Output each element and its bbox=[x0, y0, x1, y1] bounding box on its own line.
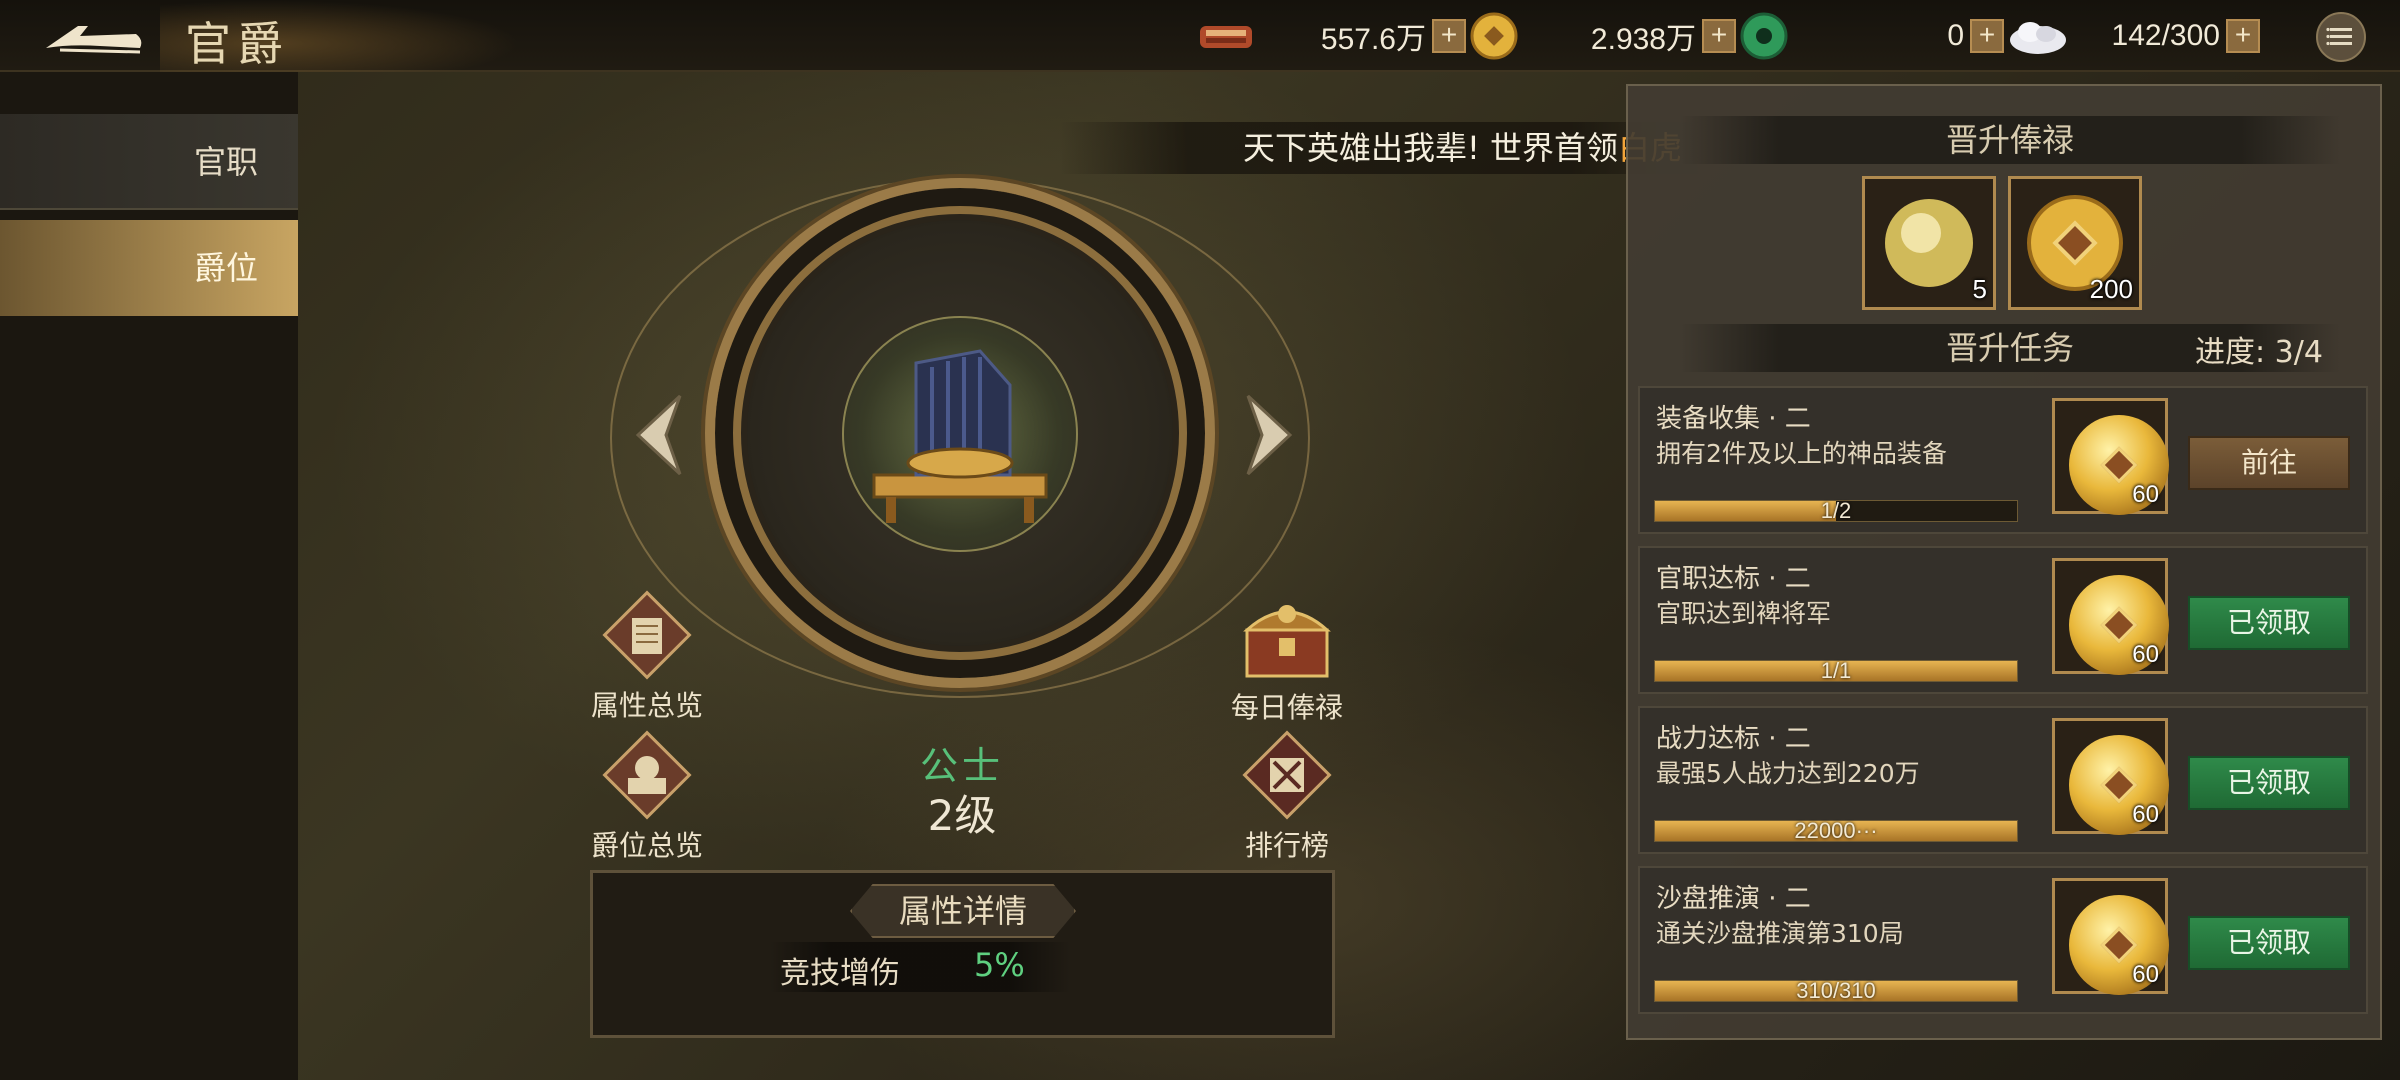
promotion-salary-title: 晋升俸禄 bbox=[1680, 116, 2340, 164]
next-rank-arrow-icon[interactable] bbox=[1238, 390, 1298, 480]
task-card: 战力达标 · 二 最强5人战力达到220万 22000··· 60 已领取 bbox=[1638, 706, 2368, 854]
task-reward-count: 60 bbox=[2132, 481, 2159, 508]
task-card: 官职达标 · 二 官职达到裨将军 1/1 60 已领取 bbox=[1638, 546, 2368, 694]
military-merit-value: 557.6万 bbox=[1320, 23, 1426, 56]
sidebar-item-nobility[interactable]: 爵位 bbox=[0, 220, 298, 316]
go-button[interactable]: 前往 bbox=[2188, 436, 2350, 490]
page-title: 官爵 bbox=[185, 17, 289, 71]
official-hat-icon bbox=[872, 349, 1048, 523]
add-military-merit-button[interactable]: + bbox=[1432, 19, 1466, 53]
daily-salary-button[interactable]: 每日俸禄 bbox=[1212, 590, 1362, 726]
reward-item-coin[interactable]: 200 bbox=[2008, 176, 2142, 310]
seal-icon bbox=[602, 730, 692, 820]
attribute-overview-button[interactable]: 属性总览 bbox=[572, 590, 722, 724]
gold-value: 2.938万 bbox=[1590, 23, 1696, 56]
resource-military-merit: 557.6万 + bbox=[1196, 14, 1466, 58]
menu-button[interactable] bbox=[2316, 12, 2366, 62]
reward-orb-count: 5 bbox=[1972, 274, 1987, 304]
claimed-button[interactable]: 已领取 bbox=[2188, 756, 2350, 810]
task-card: 装备收集 · 二 拥有2件及以上的神品装备 1/2 60 前往 bbox=[1638, 386, 2368, 534]
leaderboard-button[interactable]: 排行榜 bbox=[1212, 730, 1362, 864]
task-reward-count: 60 bbox=[2132, 801, 2159, 828]
task-progress-bar: 310/310 bbox=[1654, 978, 2018, 1003]
back-button[interactable] bbox=[40, 14, 150, 58]
attribute-row: 竞技增伤 5% bbox=[770, 942, 1070, 992]
rank-overview-button[interactable]: 爵位总览 bbox=[572, 730, 722, 864]
rank-overview-label: 爵位总览 bbox=[590, 829, 703, 862]
task-progress-text: 22000··· bbox=[1794, 818, 1878, 843]
attribute-detail-title: 属性详情 bbox=[850, 884, 1076, 938]
task-progress-text: 1/2 bbox=[1820, 498, 1852, 523]
task-title: 战力达标 · 二 bbox=[1656, 724, 1811, 754]
task-progress-bar: 22000··· bbox=[1654, 818, 2018, 843]
task-reward-item[interactable]: 60 bbox=[2052, 398, 2169, 515]
task-progress-bar: 1/1 bbox=[1654, 658, 2018, 683]
sidebar: 官职 爵位 bbox=[0, 72, 298, 1080]
crossed-swords-icon bbox=[1242, 730, 1332, 820]
attribute-overview-label: 属性总览 bbox=[590, 689, 703, 722]
stamina-value: 142/300 bbox=[2111, 19, 2220, 52]
claimed-button[interactable]: 已领取 bbox=[2188, 596, 2350, 650]
world-boss-banner: 天下英雄出我辈! 世界首领白虎 bbox=[1060, 122, 1700, 174]
menu-icon bbox=[2326, 27, 2352, 46]
task-description: 拥有2件及以上的神品装备 bbox=[1656, 439, 1947, 468]
reward-coin-count: 200 bbox=[2089, 274, 2133, 304]
prev-rank-arrow-icon[interactable] bbox=[630, 390, 690, 480]
gold-coin-icon bbox=[1470, 12, 1518, 60]
jade-icon bbox=[1740, 12, 1788, 60]
top-bar: 官爵 557.6万 + 2.938万 + 0 + 142/300 + bbox=[0, 0, 2400, 72]
add-gold-button[interactable]: + bbox=[1702, 19, 1736, 53]
attribute-value: 5% bbox=[974, 946, 1025, 984]
add-jade-button[interactable]: + bbox=[1970, 19, 2004, 53]
reward-item-orb[interactable]: 5 bbox=[1862, 176, 1996, 310]
stamina-icon bbox=[2010, 22, 2066, 54]
add-stamina-button[interactable]: + bbox=[2226, 19, 2260, 53]
jade-value: 0 bbox=[1947, 19, 1964, 52]
tasks-progress-label: 进度: 3/4 bbox=[2195, 335, 2323, 370]
daily-salary-label: 每日俸禄 bbox=[1230, 691, 1343, 724]
task-reward-item[interactable]: 60 bbox=[2052, 558, 2169, 675]
task-title: 官职达标 · 二 bbox=[1656, 564, 1811, 594]
resource-jade: 0 + bbox=[1738, 12, 2004, 60]
task-description: 最强5人战力达到220万 bbox=[1656, 759, 1920, 788]
task-title: 装备收集 · 二 bbox=[1656, 404, 1811, 434]
task-description: 官职达到裨将军 bbox=[1656, 599, 1832, 628]
military-merit-icon bbox=[1200, 26, 1252, 48]
claimed-button[interactable]: 已领取 bbox=[2188, 916, 2350, 970]
resource-stamina: 142/300 + bbox=[2006, 14, 2260, 58]
task-reward-item[interactable]: 60 bbox=[2052, 878, 2169, 995]
rank-level: 2级 bbox=[927, 791, 997, 840]
back-arrow-icon bbox=[46, 26, 142, 54]
task-progress-text: 310/310 bbox=[1796, 978, 1876, 1003]
task-reward-item[interactable]: 60 bbox=[2052, 718, 2169, 835]
scroll-icon bbox=[602, 590, 692, 680]
sidebar-item-official-post[interactable]: 官职 bbox=[0, 114, 298, 210]
task-title: 沙盘推演 · 二 bbox=[1656, 884, 1811, 914]
task-description: 通关沙盘推演第310局 bbox=[1656, 919, 1904, 948]
task-progress-text: 1/1 bbox=[1820, 658, 1852, 683]
task-card: 沙盘推演 · 二 通关沙盘推演第310局 310/310 60 已领取 bbox=[1638, 866, 2368, 1014]
banner-text: 天下英雄出我辈! 世界首领 bbox=[1242, 129, 1618, 167]
task-reward-count: 60 bbox=[2132, 961, 2159, 988]
task-reward-count: 60 bbox=[2132, 641, 2159, 668]
treasure-chest-icon bbox=[1243, 605, 1331, 678]
leaderboard-label: 排行榜 bbox=[1244, 829, 1329, 862]
resource-gold: 2.938万 + bbox=[1468, 12, 1736, 60]
task-progress-bar: 1/2 bbox=[1654, 498, 2018, 523]
attribute-key: 竞技增伤 bbox=[780, 956, 900, 991]
